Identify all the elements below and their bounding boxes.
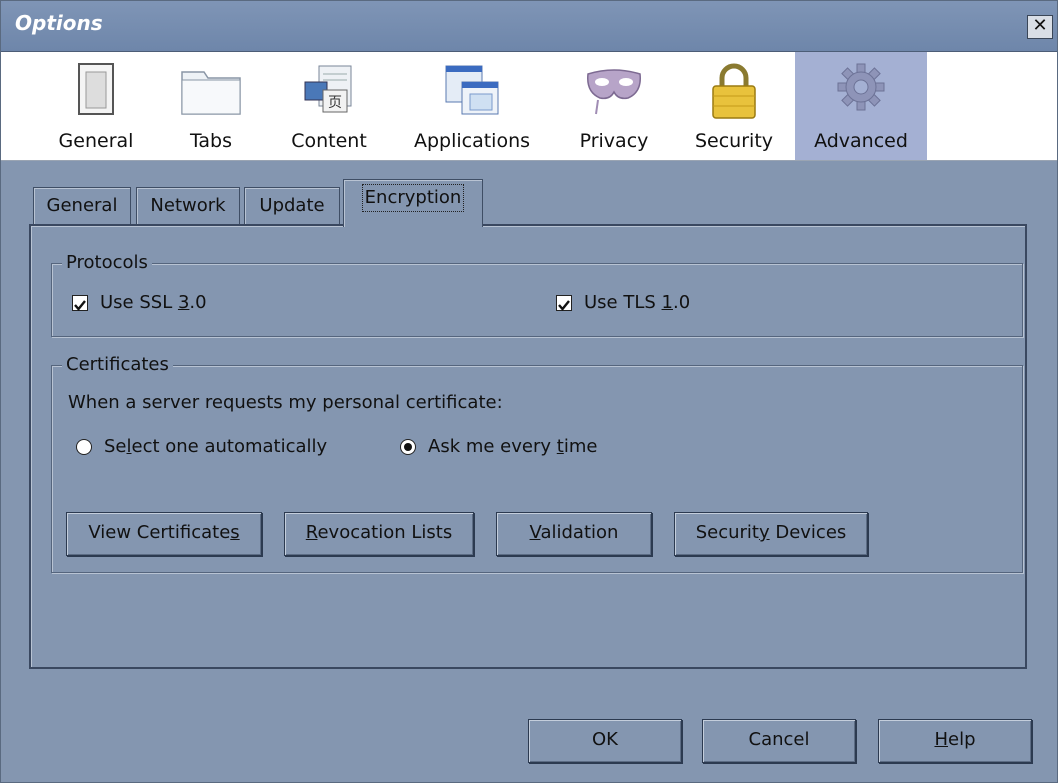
- applications-icon: [445, 65, 499, 115]
- content-page-icon: 页: [304, 65, 352, 113]
- protocols-group: Protocols Use SSL 3.0 Use TLS 1.0: [51, 252, 1023, 337]
- title-bar[interactable]: Options ✕: [1, 1, 1057, 52]
- security-lock-icon: [712, 63, 756, 119]
- certificate-prompt: When a server requests my personal certi…: [68, 392, 503, 413]
- window-title: Options: [15, 11, 103, 35]
- toolbar-general[interactable]: General: [41, 52, 151, 160]
- close-button[interactable]: ✕: [1027, 15, 1053, 39]
- toolbar-tabs[interactable]: Tabs: [161, 52, 261, 160]
- tab-label: Update: [259, 195, 325, 216]
- use-tls-checkbox[interactable]: Use TLS 1.0: [556, 292, 690, 313]
- tab-label: General: [46, 195, 118, 216]
- view-certificates-button[interactable]: View Certificates: [66, 512, 262, 556]
- tabs-folder-icon: [181, 71, 241, 115]
- radio-ask-circle[interactable]: [400, 438, 416, 455]
- radio-select-automatically[interactable]: Select one automatically: [76, 436, 327, 457]
- general-window-icon: [78, 63, 114, 115]
- security-devices-button[interactable]: Security Devices: [674, 512, 868, 556]
- tab-network[interactable]: Network: [136, 187, 240, 225]
- tls-checkbox-box[interactable]: [556, 294, 572, 311]
- close-icon: ✕: [1032, 15, 1048, 36]
- toolbar-security[interactable]: Security: [679, 52, 789, 160]
- check-icon: [558, 299, 570, 311]
- toolbar-label: Advanced: [814, 130, 908, 152]
- toolbar-label: Security: [694, 130, 774, 152]
- category-toolbar: General Tabs 页 Content Applications Priv…: [1, 52, 1057, 161]
- toolbar-label: Privacy: [579, 130, 649, 152]
- ssl-checkbox-box[interactable]: [72, 294, 88, 311]
- radio-auto-label: Select one automatically: [104, 436, 328, 457]
- toolbar-label: Content: [291, 130, 367, 152]
- encryption-panel: Protocols Use SSL 3.0 Use TLS 1.0 Certif…: [29, 224, 1027, 669]
- radio-selected-dot: [404, 442, 412, 451]
- radio-auto-circle[interactable]: [76, 438, 92, 455]
- toolbar-label: General: [58, 130, 134, 152]
- cancel-button[interactable]: Cancel: [702, 719, 856, 763]
- radio-ask-every-time[interactable]: Ask me every time: [400, 436, 597, 457]
- protocols-legend: Protocols: [62, 252, 152, 273]
- toolbar-advanced[interactable]: Advanced: [795, 52, 927, 160]
- toolbar-applications[interactable]: Applications: [397, 52, 547, 160]
- check-icon: [74, 299, 86, 311]
- options-dialog: Options ✕ General Tabs 页 Content Applica…: [0, 0, 1058, 783]
- svg-text:页: 页: [328, 95, 342, 111]
- toolbar-label: Applications: [413, 130, 531, 152]
- certificates-group: Certificates When a server requests my p…: [51, 354, 1023, 573]
- tab-general[interactable]: General: [33, 187, 131, 225]
- advanced-gear-icon: [837, 63, 885, 111]
- radio-ask-label: Ask me every time: [428, 436, 598, 457]
- help-button[interactable]: Help: [878, 719, 1032, 763]
- privacy-mask-icon: [587, 69, 641, 115]
- certificates-legend: Certificates: [62, 354, 173, 375]
- validation-button[interactable]: Validation: [496, 512, 652, 556]
- ssl-label: Use SSL 3.0: [100, 292, 207, 313]
- tls-label: Use TLS 1.0: [584, 292, 691, 313]
- revocation-lists-button[interactable]: Revocation Lists: [284, 512, 474, 556]
- toolbar-label: Tabs: [189, 130, 233, 152]
- tab-label: Network: [150, 195, 226, 216]
- toolbar-privacy[interactable]: Privacy: [564, 52, 664, 160]
- ok-button[interactable]: OK: [528, 719, 682, 763]
- tab-update[interactable]: Update: [244, 187, 340, 225]
- toolbar-content[interactable]: 页 Content: [279, 52, 379, 160]
- use-ssl-checkbox[interactable]: Use SSL 3.0: [72, 292, 207, 313]
- tab-encryption[interactable]: Encryption: [343, 179, 483, 227]
- tab-label: Encryption: [361, 184, 465, 212]
